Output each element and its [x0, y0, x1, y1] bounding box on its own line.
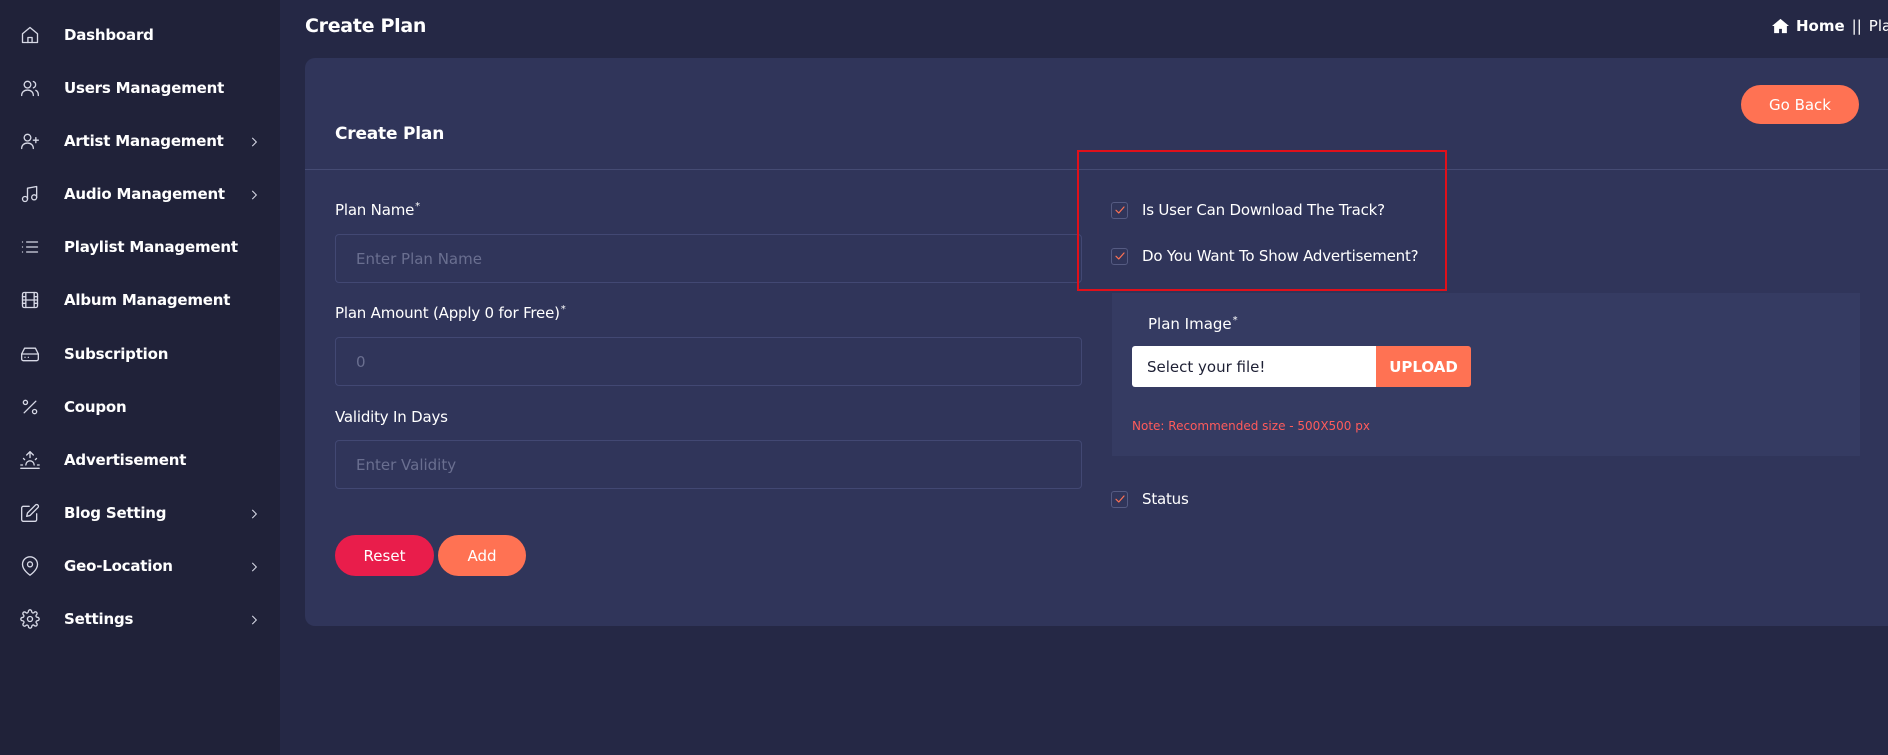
sunrise-icon: [20, 450, 40, 470]
checkmark-icon: [1114, 495, 1125, 503]
users-icon: [20, 78, 40, 98]
status-label: Status: [1142, 490, 1189, 508]
chevron-right-icon: [247, 506, 261, 520]
plan-image-label: Plan Image*: [1148, 315, 1238, 333]
sidebar-item-label: Audio Management: [64, 184, 225, 203]
plan-amount-label: Plan Amount (Apply 0 for Free)*: [335, 304, 566, 322]
required-mark: *: [1232, 315, 1238, 326]
sidebar-item-coupon[interactable]: Coupon: [0, 380, 280, 433]
sidebar-item-label: Subscription: [64, 344, 169, 363]
edit-icon: [20, 503, 40, 523]
chevron-right-icon: [247, 612, 261, 626]
breadcrumb-separator: ||: [1851, 17, 1862, 35]
validity-input[interactable]: [335, 440, 1082, 489]
sidebar-item-playlist-management[interactable]: Playlist Management: [0, 220, 280, 273]
music-icon: [20, 184, 40, 204]
plan-image-label-text: Plan Image: [1148, 315, 1232, 333]
sidebar-item-dashboard[interactable]: Dashboard: [0, 8, 280, 61]
sidebar-item-label: Album Management: [64, 290, 231, 309]
sidebar-item-subscription[interactable]: Subscription: [0, 327, 280, 380]
sidebar-item-label: Users Management: [64, 78, 225, 97]
sidebar-item-settings[interactable]: Settings: [0, 592, 280, 645]
status-checkbox[interactable]: Status: [1111, 490, 1189, 508]
percent-icon: [20, 397, 40, 417]
map-pin-icon: [20, 555, 40, 576]
sidebar-item-audio-management[interactable]: Audio Management: [0, 167, 280, 220]
image-size-note: Note: Recommended size - 500X500 px: [1132, 419, 1370, 433]
card-title: Create Plan: [335, 124, 445, 144]
create-plan-card: Create Plan Go Back Plan Name* Plan Amou…: [305, 58, 1888, 626]
plan-amount-input[interactable]: [335, 337, 1082, 386]
add-button[interactable]: Add: [438, 535, 526, 576]
page-title: Create Plan: [305, 15, 427, 37]
plan-name-label-text: Plan Name: [335, 201, 415, 219]
sidebar-item-label: Coupon: [64, 397, 127, 416]
checkbox-checked[interactable]: [1111, 490, 1128, 508]
plan-image-panel: Plan Image* Select your file! UPLOAD Not…: [1112, 293, 1860, 456]
sidebar-item-label: Playlist Management: [64, 237, 238, 256]
file-select-field[interactable]: Select your file!: [1132, 346, 1376, 387]
gear-icon: [20, 608, 40, 629]
sidebar-item-advertisement[interactable]: Advertisement: [0, 433, 280, 486]
plan-name-input[interactable]: [335, 234, 1082, 283]
film-icon: [20, 290, 40, 310]
sidebar-item-label: Settings: [64, 609, 134, 628]
sidebar-item-label: Blog Setting: [64, 503, 167, 522]
validity-label: Validity In Days: [335, 408, 448, 426]
chevron-right-icon: [247, 134, 261, 148]
sidebar-item-label: Geo-Location: [64, 556, 173, 575]
breadcrumb: Home || Plan: [1772, 17, 1888, 35]
sidebar-item-label: Advertisement: [64, 450, 187, 469]
sidebar-item-geo-location[interactable]: Geo-Location: [0, 539, 280, 592]
home-icon: [1772, 18, 1789, 34]
required-mark: *: [415, 201, 420, 212]
sidebar-item-blog-setting[interactable]: Blog Setting: [0, 486, 280, 539]
breadcrumb-home-link[interactable]: Home: [1796, 17, 1845, 35]
highlight-box: [1077, 150, 1447, 291]
plan-name-label: Plan Name*: [335, 201, 420, 219]
sidebar-item-label: Dashboard: [64, 25, 154, 44]
chevron-right-icon: [247, 559, 261, 573]
list-icon: [20, 237, 40, 257]
breadcrumb-current: Plan: [1868, 17, 1888, 35]
required-mark: *: [560, 304, 566, 315]
sidebar-item-label: Artist Management: [64, 131, 224, 150]
reset-button[interactable]: Reset: [335, 535, 434, 576]
sidebar-item-album-management[interactable]: Album Management: [0, 273, 280, 326]
user-plus-icon: [20, 131, 40, 151]
hard-drive-icon: [20, 344, 40, 364]
sidebar: Dashboard Users Management Artist Manage…: [0, 0, 280, 755]
sidebar-item-artist-management[interactable]: Artist Management: [0, 114, 280, 167]
sidebar-item-users-management[interactable]: Users Management: [0, 61, 280, 114]
plan-amount-label-text: Plan Amount (Apply 0 for Free): [335, 304, 560, 322]
home-icon: [20, 25, 40, 45]
go-back-button[interactable]: Go Back: [1741, 85, 1859, 124]
upload-button[interactable]: UPLOAD: [1376, 346, 1471, 387]
chevron-right-icon: [247, 187, 261, 201]
